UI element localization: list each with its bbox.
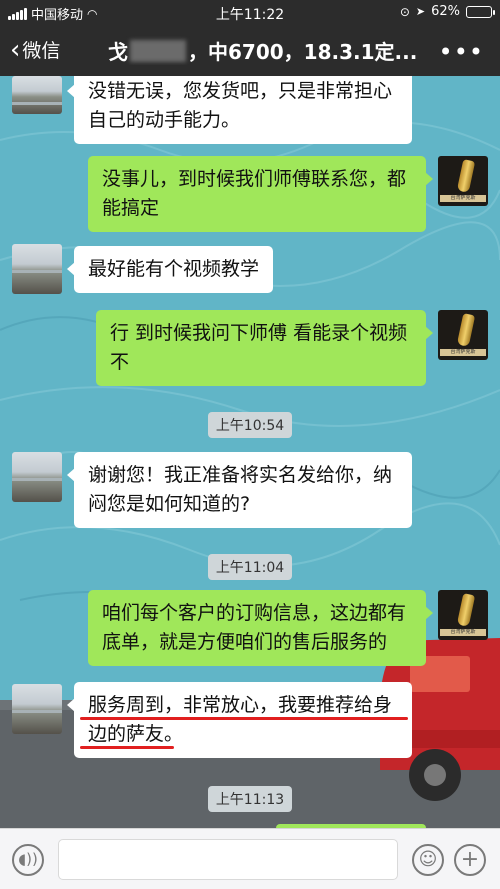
status-bar: 中国移动 ◠ 上午11:22 ⊙ ➤ 62%: [0, 0, 500, 24]
orientation-lock-icon: ⊙: [399, 4, 410, 19]
message-text: 服务周到，非常放心，我要推荐给身: [88, 694, 393, 716]
my-avatar[interactable]: 台湾萨克斯: [438, 156, 488, 206]
contact-avatar[interactable]: [12, 684, 62, 734]
chevron-left-icon: ‹: [10, 34, 21, 65]
more-options-button[interactable]: •••: [439, 38, 484, 66]
message-bubble-outgoing[interactable]: 没事儿，到时候我们师傅联系您，都 能搞定: [88, 156, 433, 232]
message-text: 没错无误，您发货吧，只是非常担心: [88, 80, 393, 102]
redacted-name: [130, 40, 186, 62]
message-text: 边的萨友。: [88, 723, 184, 745]
chat-title-suffix: ，中6700，18.3.1定...: [188, 40, 418, 64]
message-bubble-incoming[interactable]: 没错无误，您发货吧，只是非常担心 自己的动手能力。: [67, 68, 412, 144]
message-text: 咱们每个客户的订购信息，这边都有: [102, 602, 407, 624]
message-text: 行 到时候我问下师傅 看能录个视频: [110, 322, 408, 344]
message-input[interactable]: [58, 839, 398, 880]
battery-icon: [466, 5, 495, 18]
contact-avatar[interactable]: [12, 452, 62, 502]
chat-title-prefix: 戈: [108, 40, 128, 64]
message-list[interactable]: 没错无误，您发货吧，只是非常担心 自己的动手能力。 台湾萨克斯 没事儿，到时候我…: [0, 68, 500, 830]
message-text: 自己的动手能力。: [88, 109, 241, 131]
my-avatar[interactable]: 台湾萨克斯: [438, 590, 488, 640]
message-text: 最好能有个视频教学: [88, 258, 260, 280]
message-text: 底单，就是方便咱们的售后服务的: [102, 631, 388, 653]
message-bubble-incoming[interactable]: 最好能有个视频教学: [66, 246, 274, 293]
contact-avatar[interactable]: [12, 244, 62, 294]
message-bubble-outgoing[interactable]: 咱们每个客户的订购信息，这边都有 底单，就是方便咱们的售后服务的: [88, 590, 433, 666]
battery-percent: 62%: [431, 4, 460, 19]
red-underline: [80, 717, 408, 720]
message-text: 闷您是如何知道的?: [88, 493, 251, 515]
timestamp-label: 上午10:54: [207, 412, 293, 438]
chat-header: ‹ 微信 戈 ，中6700，18.3.1定... •••: [0, 24, 500, 76]
back-label: 微信: [22, 40, 61, 62]
timestamp: 上午10:54: [0, 412, 500, 438]
message-text: 没事儿，到时候我们师傅联系您，都: [102, 168, 407, 190]
add-icon[interactable]: +: [454, 844, 486, 876]
timestamp: 上午11:04: [0, 554, 500, 580]
voice-icon[interactable]: ◖)): [12, 844, 44, 876]
message-bubble-incoming[interactable]: 谢谢您！我正准备将实名发给你，纳 闷您是如何知道的?: [67, 452, 412, 528]
location-icon: ➤: [415, 5, 426, 18]
message-text: 能搞定: [102, 197, 160, 219]
my-avatar[interactable]: 台湾萨克斯: [438, 310, 488, 360]
emoji-icon[interactable]: ☺: [412, 844, 444, 876]
message-text: 不: [110, 351, 130, 373]
top-bar: 中国移动 ◠ 上午11:22 ⊙ ➤ 62% ‹ 微信 戈 ，中6700，18.3…: [0, 0, 500, 76]
red-underline: [80, 746, 174, 749]
message-text: 谢谢您！我正准备将实名发给你，纳: [88, 464, 393, 486]
timestamp-label: 上午11:13: [207, 786, 293, 812]
timestamp-label: 上午11:04: [207, 554, 293, 580]
contact-avatar[interactable]: [12, 76, 62, 114]
back-button[interactable]: ‹ 微信: [10, 36, 60, 63]
chat-title: 戈 ，中6700，18.3.1定...: [108, 36, 418, 65]
message-bubble-outgoing[interactable]: 行 到时候我问下师傅 看能录个视频 不: [96, 310, 433, 386]
input-bar: ◖)) ☺ +: [0, 828, 500, 889]
timestamp: 上午11:13: [0, 786, 500, 812]
